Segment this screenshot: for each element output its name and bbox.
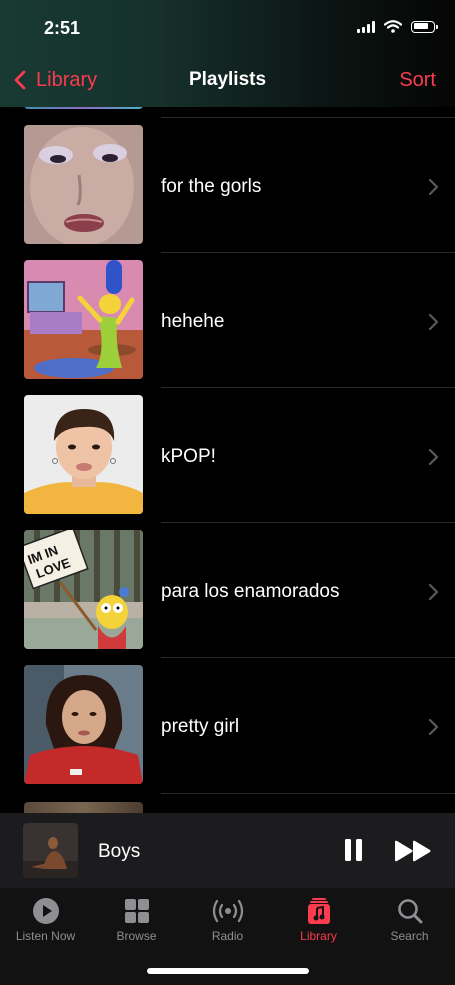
top-header: 2:51 Library Playlists Sort (0, 0, 455, 107)
playlist-title: hehehe (161, 311, 225, 332)
now-playing-artwork (23, 823, 78, 878)
tab-listen-now[interactable]: Listen Now (0, 897, 91, 943)
magnifier-icon (397, 899, 422, 924)
playlist-row-hehehe[interactable]: hehehe (0, 243, 455, 379)
status-time: 2:51 (44, 18, 81, 38)
playlist-title: kPOP! (161, 446, 216, 467)
playlist-row-kpop[interactable]: kPOP! (0, 378, 455, 514)
pause-button[interactable] (342, 838, 366, 862)
playlist-artwork (24, 665, 143, 784)
playlist-title: para los enamorados (161, 581, 340, 602)
chevron-right-icon (428, 178, 439, 196)
chevron-right-icon (428, 448, 439, 466)
playlist-artwork (24, 395, 143, 514)
play-circle-icon (32, 898, 59, 924)
home-indicator[interactable] (147, 968, 309, 974)
cellular-signal-icon (357, 20, 375, 33)
chevron-right-icon (428, 718, 439, 736)
sort-button[interactable]: Sort (399, 69, 436, 92)
playlist-row-pretty-girl[interactable]: pretty girl (0, 648, 455, 784)
now-playing-title: Boys (98, 841, 141, 862)
page-title: Playlists (188, 69, 267, 90)
playlist-row-for-the-gorls[interactable]: for the gorls (0, 108, 455, 244)
tab-label: Browse (116, 929, 157, 943)
music-note-library-icon (307, 898, 330, 924)
mini-player[interactable]: Boys (0, 813, 455, 888)
row-separator (161, 793, 455, 794)
playlist-artwork (24, 260, 143, 379)
chevron-right-icon (428, 313, 439, 331)
grid-icon (124, 899, 149, 923)
tab-browse[interactable]: Browse (91, 897, 182, 943)
playlist-artwork (24, 125, 143, 244)
playlist-artwork-partial (24, 802, 143, 813)
tab-radio[interactable]: Radio (182, 897, 273, 943)
playlist-title: for the gorls (161, 176, 262, 197)
tab-library[interactable]: Library (273, 897, 364, 943)
tab-search[interactable]: Search (364, 897, 455, 943)
playlist-list[interactable]: for the gorls hehehe kPOP! IM IN LOVE pa… (0, 107, 455, 813)
chevron-right-icon (428, 583, 439, 601)
tab-label: Library (300, 929, 337, 943)
playlist-title: pretty girl (161, 716, 240, 737)
tab-label: Listen Now (15, 929, 76, 943)
playlist-artwork: IM IN LOVE (24, 530, 143, 649)
playlist-row-para-los-enamorados[interactable]: IM IN LOVE para los enamorados (0, 513, 455, 649)
tab-label: Radio (211, 929, 244, 943)
wifi-icon (384, 20, 402, 33)
status-icons (357, 20, 438, 33)
radio-waves-icon (212, 899, 243, 923)
skip-forward-button[interactable] (394, 840, 432, 862)
tab-label: Search (390, 929, 429, 943)
battery-icon (411, 20, 438, 33)
